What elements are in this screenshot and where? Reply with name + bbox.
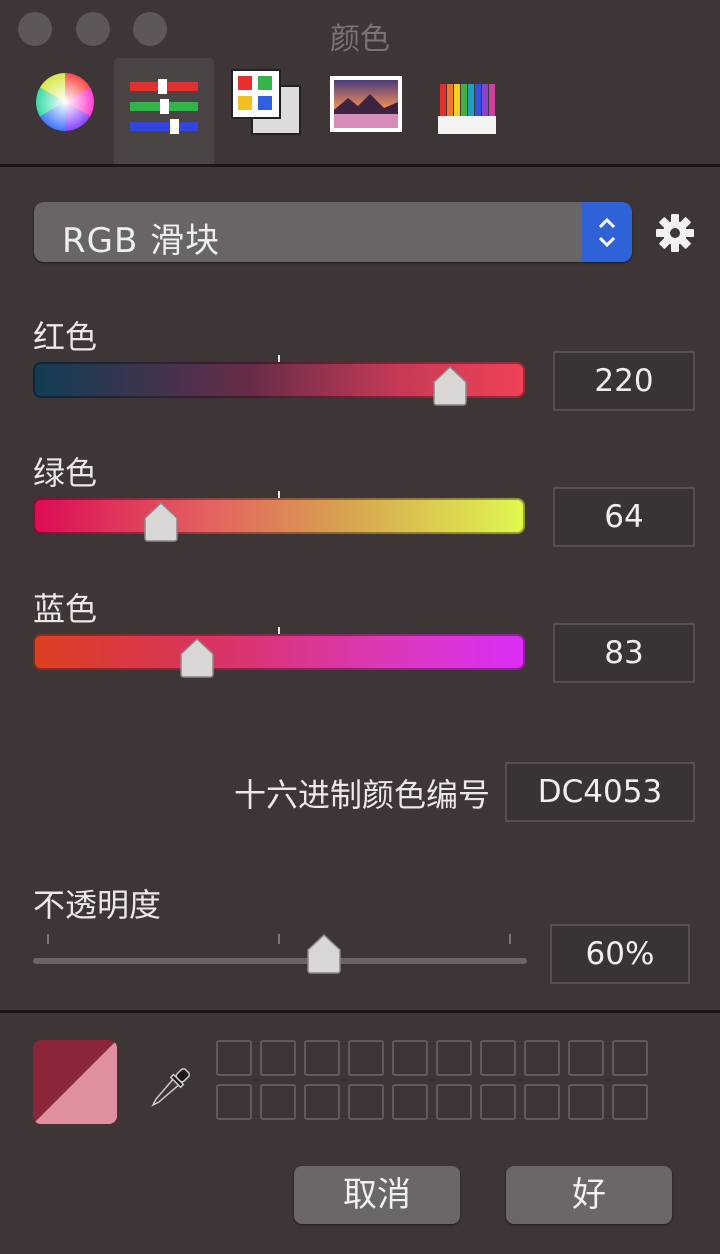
green-slider-label: 绿色 xyxy=(33,454,98,492)
tool-image-palettes[interactable] xyxy=(318,58,418,164)
saved-color-slot[interactable] xyxy=(304,1040,340,1076)
saved-color-slot[interactable] xyxy=(392,1040,428,1076)
current-color-swatch[interactable] xyxy=(33,1040,117,1124)
opacity-tick-mid xyxy=(278,934,280,944)
hex-value-field[interactable]: DC4053 xyxy=(505,762,695,822)
opacity-value-field[interactable]: 60% xyxy=(550,924,690,984)
saved-color-slot[interactable] xyxy=(480,1084,516,1120)
toolbar-divider xyxy=(0,164,720,167)
saved-color-slot[interactable] xyxy=(216,1084,252,1120)
mode-popup-label: RGB 滑块 xyxy=(62,221,221,261)
saved-color-slot[interactable] xyxy=(260,1084,296,1120)
pencils-icon xyxy=(438,84,496,134)
color-wheel-icon xyxy=(36,73,94,131)
saved-color-slot[interactable] xyxy=(524,1084,560,1120)
saved-color-slot[interactable] xyxy=(304,1084,340,1120)
saved-color-slot[interactable] xyxy=(348,1040,384,1076)
opacity-slider-track[interactable] xyxy=(33,958,527,964)
popup-stepper[interactable] xyxy=(582,202,632,262)
saved-color-slot[interactable] xyxy=(568,1040,604,1076)
image-palettes-icon xyxy=(330,76,402,132)
saved-color-slot[interactable] xyxy=(216,1040,252,1076)
cancel-button[interactable]: 取消 xyxy=(294,1166,460,1224)
hex-label: 十六进制颜色编号 xyxy=(233,776,490,814)
tool-color-palettes[interactable] xyxy=(222,58,322,164)
tool-color-sliders[interactable] xyxy=(114,58,214,164)
saved-color-slot[interactable] xyxy=(436,1040,472,1076)
saved-color-slot[interactable] xyxy=(436,1084,472,1120)
blue-value-field[interactable]: 83 xyxy=(553,623,695,683)
opacity-tick-end xyxy=(509,934,511,944)
mode-popup[interactable]: RGB 滑块 xyxy=(34,202,632,262)
opacity-label: 不透明度 xyxy=(33,886,162,924)
tool-color-wheel[interactable] xyxy=(18,58,118,164)
window-title: 颜色 xyxy=(330,22,390,57)
bottom-divider xyxy=(0,1010,720,1013)
red-slider-label: 红色 xyxy=(33,318,98,356)
opacity-slider-knob[interactable] xyxy=(306,934,342,974)
ok-button[interactable]: 好 xyxy=(506,1166,672,1224)
green-slider-track[interactable] xyxy=(33,498,525,534)
blue-slider-track[interactable] xyxy=(33,634,525,670)
eyedropper-icon[interactable] xyxy=(144,1062,196,1114)
green-value-field[interactable]: 64 xyxy=(553,487,695,547)
saved-color-slot[interactable] xyxy=(260,1040,296,1076)
saved-color-slot[interactable] xyxy=(348,1084,384,1120)
tool-pencils[interactable] xyxy=(418,58,518,164)
saved-color-slot[interactable] xyxy=(480,1040,516,1076)
saved-color-slot[interactable] xyxy=(392,1084,428,1120)
gear-icon[interactable] xyxy=(654,212,696,254)
blue-slider-label: 蓝色 xyxy=(33,590,98,628)
saved-color-slot[interactable] xyxy=(612,1040,648,1076)
green-slider-knob[interactable] xyxy=(143,502,179,542)
saved-color-slot[interactable] xyxy=(612,1084,648,1120)
opacity-tick-start xyxy=(47,934,49,944)
red-slider-knob[interactable] xyxy=(432,366,468,406)
saved-color-slot[interactable] xyxy=(524,1040,560,1076)
saved-color-slot[interactable] xyxy=(568,1084,604,1120)
sliders-icon xyxy=(130,79,198,134)
chevron-up-down-icon xyxy=(598,217,616,248)
palettes-icon xyxy=(231,69,301,135)
red-value-field[interactable]: 220 xyxy=(553,351,695,411)
blue-slider-knob[interactable] xyxy=(179,638,215,678)
